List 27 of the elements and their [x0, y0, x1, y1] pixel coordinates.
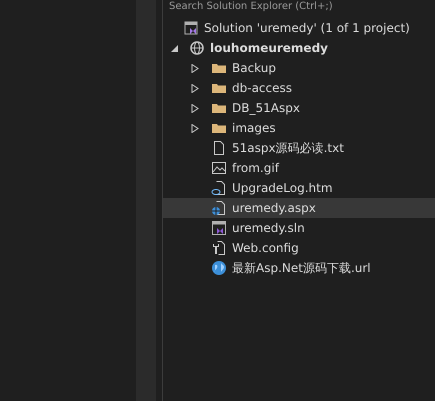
solution-icon [183, 20, 199, 36]
collapsed-arrow-icon[interactable] [191, 104, 199, 112]
collapsed-arrow-icon[interactable] [191, 124, 199, 132]
tree-item[interactable]: louhomeuremedy [163, 38, 435, 58]
globe-icon [189, 40, 205, 56]
image-icon [211, 160, 227, 176]
web-page-icon [211, 200, 227, 216]
collapsed-arrow-icon[interactable] [191, 64, 199, 72]
tree-item[interactable]: Web.config [163, 238, 435, 258]
tree-item[interactable]: db-access [163, 78, 435, 98]
tree-item[interactable]: uremedy.sln [163, 218, 435, 238]
globe-icon [211, 260, 227, 276]
tree-item[interactable]: uremedy.aspx [163, 198, 435, 218]
tree-item[interactable]: 最新Asp.Net源码下载.url [163, 258, 435, 278]
solution-icon [211, 220, 227, 236]
tree-item[interactable]: Backup [163, 58, 435, 78]
tree-item[interactable]: images [163, 118, 435, 138]
tree-item[interactable]: from.gif [163, 158, 435, 178]
tree-item[interactable]: DB_51Aspx [163, 98, 435, 118]
tree-item[interactable]: UpgradeLog.htm [163, 178, 435, 198]
collapsed-arrow-icon[interactable] [191, 84, 199, 92]
tree-item[interactable]: 51aspx源码必读.txt [163, 138, 435, 158]
wrench-file-icon [211, 240, 227, 256]
document-icon [211, 140, 227, 156]
expanded-arrow-icon[interactable] [171, 44, 179, 52]
tree-item[interactable]: Solution 'uremedy' (1 of 1 project) [163, 18, 435, 38]
web-page-icon [211, 180, 227, 196]
